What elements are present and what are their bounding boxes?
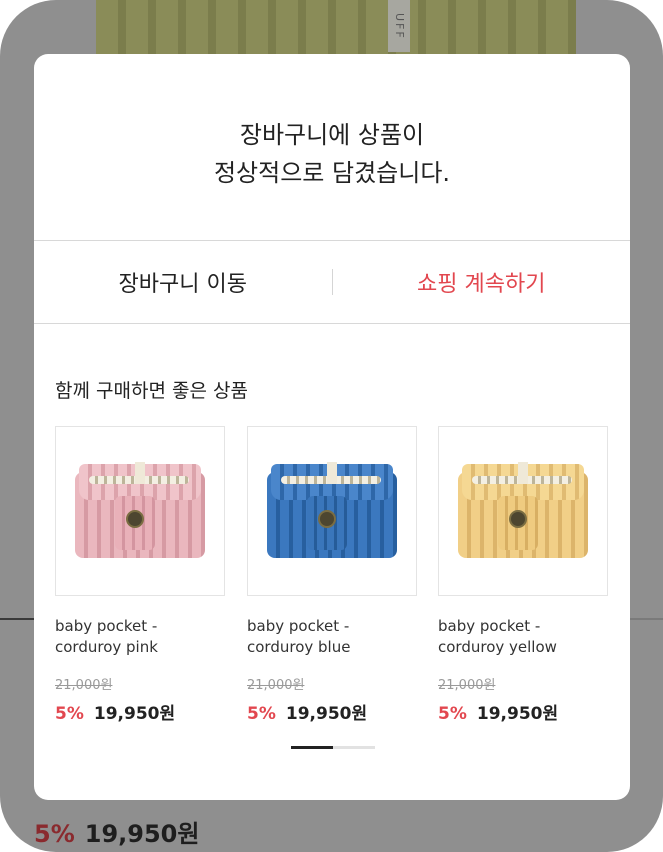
continue-shopping-button[interactable]: 쇼핑 계속하기 [333,241,631,323]
product-price-row: 5% 19,950원 [438,699,608,724]
product-card[interactable]: baby pocket - corduroy pink 21,000원 5% 1… [55,426,225,724]
product-discount: 5% [55,704,84,724]
product-name[interactable]: baby pocket - corduroy pink [55,616,225,658]
yellow-pouch-image [454,462,592,560]
product-sale-price: 19,950원 [476,704,559,724]
product-name-line-2: corduroy blue [247,638,351,656]
background-discount: 5% [34,820,75,848]
product-sale-price: 19,950원 [285,704,368,724]
product-thumbnail[interactable] [438,426,608,596]
product-card[interactable]: baby pocket - corduroy blue 21,000원 5% 1… [247,426,417,724]
product-card[interactable]: baby pocket - corduroy yellow 21,000원 5%… [438,426,608,724]
product-name-line-1: baby pocket - [55,617,158,635]
product-name-line-1: baby pocket - [438,617,541,635]
product-price-row: 5% 19,950원 [55,699,225,724]
message-line-1: 장바구니에 상품이 [239,121,425,149]
modal-divider-bottom [34,323,630,324]
pink-pouch-image [71,462,209,560]
app-screen: UFF 5% 19,950원 장바구니에 상품이 정상적으로 담겼습니다. 장바… [0,0,663,852]
product-name-line-2: corduroy yellow [438,638,557,656]
message-line-2: 정상적으로 담겼습니다. [213,159,451,187]
product-thumbnail[interactable] [247,426,417,596]
recommendations-title: 함께 구매하면 좋은 상품 [55,380,248,402]
background-price-row: 5% 19,950원 [34,814,199,849]
modal-actions: 장바구니 이동 쇼핑 계속하기 [34,241,630,323]
product-sale-price: 19,950원 [93,704,176,724]
product-price-row: 5% 19,950원 [247,699,417,724]
background-divider-faded [628,618,663,620]
product-original-price: 21,000원 [438,678,496,693]
product-name-line-1: baby pocket - [247,617,350,635]
product-name-line-2: corduroy pink [55,638,158,656]
product-thumbnail[interactable] [55,426,225,596]
product-discount: 5% [438,704,467,724]
cart-added-message: 장바구니에 상품이 정상적으로 담겼습니다. [34,116,630,192]
product-original-price: 21,000원 [55,678,113,693]
product-discount: 5% [247,704,276,724]
carousel-pager-active [291,746,333,749]
background-product-tag: UFF [388,0,410,52]
carousel-pager [291,746,375,749]
go-to-cart-button[interactable]: 장바구니 이동 [34,241,332,323]
product-original-price: 21,000원 [247,678,305,693]
background-price: 19,950원 [84,820,200,848]
blue-pouch-image [263,462,401,560]
recommendations-carousel[interactable]: baby pocket - corduroy pink 21,000원 5% 1… [55,426,630,726]
product-name[interactable]: baby pocket - corduroy yellow [438,616,608,658]
product-name[interactable]: baby pocket - corduroy blue [247,616,417,658]
cart-added-modal: 장바구니에 상품이 정상적으로 담겼습니다. 장바구니 이동 쇼핑 계속하기 함… [34,54,630,800]
